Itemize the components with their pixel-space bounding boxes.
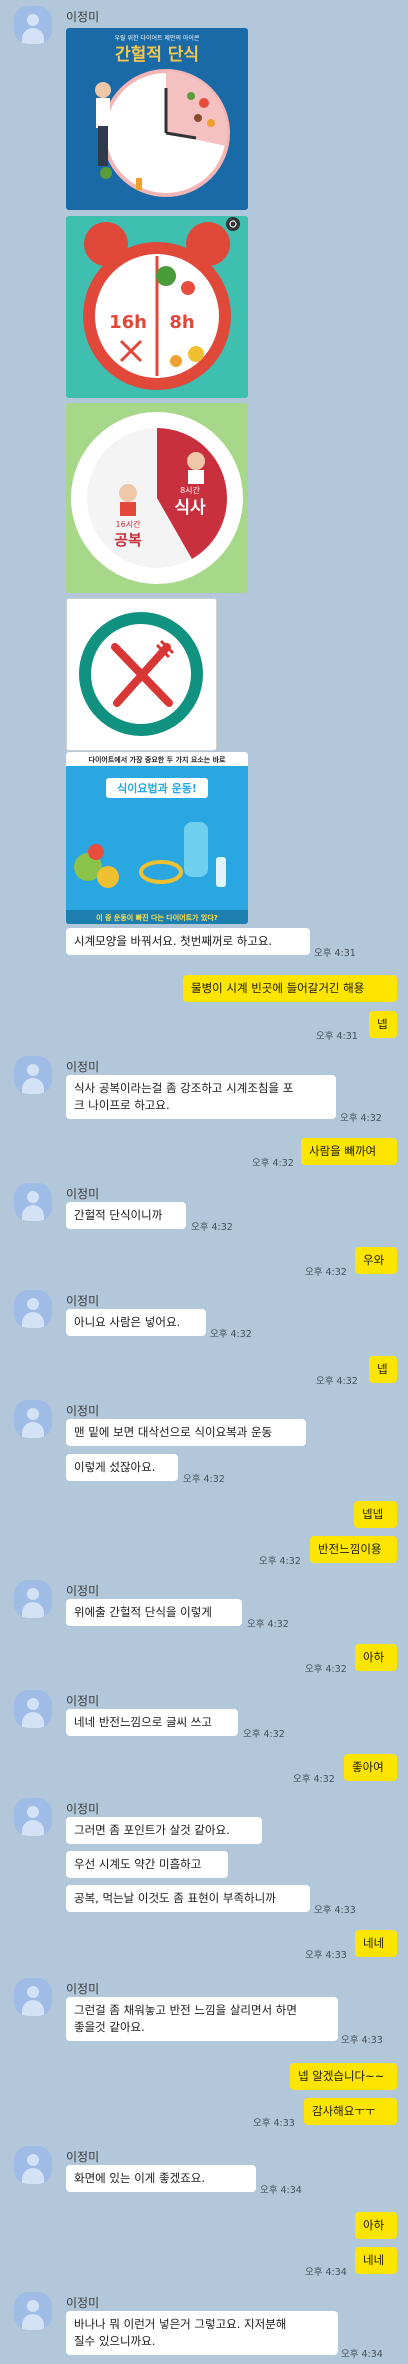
message-bubble-outgoing[interactable]: 네네	[355, 2247, 397, 2274]
image-subtitle: 우릴 위한 다이어트 제안의 아이콘	[115, 34, 200, 42]
message-bubble-outgoing[interactable]: 넵	[369, 1011, 397, 1038]
sender-name: 이정미	[66, 1294, 100, 1308]
timestamp: 오후 4:32	[305, 1664, 347, 1675]
message-bubble-outgoing[interactable]: 물병이 시계 빈곳에 들어갈거긴 해용	[183, 975, 397, 1002]
image-diet-exercise[interactable]: 다이어트에서 가장 중요한 두 가지 요소는 바로 식이요법과 운동! 이 중 …	[66, 752, 248, 924]
avatar[interactable]	[14, 2292, 52, 2330]
timestamp: 오후 4:32	[340, 1113, 382, 1124]
avatar[interactable]	[14, 1690, 52, 1728]
message-bubble-incoming[interactable]: 간헐적 단식이니까	[66, 1202, 186, 1229]
avatar[interactable]	[14, 1183, 52, 1221]
image-bottom-text: 이 중 운동이 빠진 다는 다이어트가 있다?	[96, 913, 218, 922]
avatar[interactable]	[14, 6, 52, 44]
sender-name: 이정미	[66, 2296, 100, 2310]
sender-name: 이정미	[66, 1694, 100, 1708]
avatar[interactable]	[14, 1400, 52, 1438]
sender-name: 이정미	[66, 1404, 100, 1418]
message-bubble-incoming[interactable]: 그러면 좀 포인트가 살것 같아요.	[66, 1817, 262, 1844]
timestamp: 오후 4:32	[183, 1474, 225, 1485]
message-bubble-outgoing[interactable]: 사람을 빼까여	[301, 1138, 397, 1165]
image-fasting-plate[interactable]: 8시간 식사 16시간 공복	[66, 403, 248, 593]
message-bubble-incoming[interactable]: 바나나 뭐 이런거 넣은거 그렇고요. 지저분해 질수 있으니까요.	[66, 2311, 338, 2355]
timestamp: 오후 4:33	[305, 1950, 347, 1961]
message-bubble-outgoing[interactable]: 넵	[369, 1356, 397, 1383]
timestamp: 오후 4:31	[314, 948, 356, 959]
message-bubble-outgoing[interactable]: 우와	[355, 1247, 397, 1274]
avatar[interactable]	[14, 1978, 52, 2016]
avatar[interactable]	[14, 1056, 52, 1094]
sender-name: 이정미	[66, 1982, 100, 1996]
message-bubble-incoming[interactable]: 네네 반전느낌으로 글씨 쓰고	[66, 1709, 238, 1736]
image-label-16h: 16h	[109, 312, 147, 333]
sender-name: 이정미	[66, 1060, 100, 1074]
message-bubble-incoming[interactable]: 맨 밑에 보면 대삭선으로 식이요복과 운동	[66, 1419, 306, 1446]
timestamp: 오후 4:31	[316, 1031, 358, 1042]
timestamp: 오후 4:33	[341, 2035, 383, 2046]
timestamp: 오후 4:33	[253, 2118, 295, 2129]
timestamp: 오후 4:34	[260, 2185, 302, 2196]
message-bubble-incoming[interactable]: 이렇게 섰잖아요.	[66, 1454, 178, 1481]
timestamp: 오후 4:32	[305, 1267, 347, 1278]
message-bubble-outgoing[interactable]: 감사해요ㅜㅜ	[304, 2098, 397, 2125]
avatar[interactable]	[14, 2146, 52, 2184]
image-fasting-clock-blue[interactable]: 우릴 위한 다이어트 제안의 아이콘 간헐적 단식	[66, 28, 248, 210]
message-bubble-outgoing[interactable]: 반전느낌이용	[310, 1536, 397, 1563]
message-bubble-incoming[interactable]: 그런걸 좀 채워놓고 반전 느낌을 살리면서 하면 좋을것 같아요.	[66, 1997, 338, 2041]
message-bubble-incoming[interactable]: 화면에 있는 이게 좋겠죠요.	[66, 2165, 256, 2192]
message-bubble-outgoing[interactable]: 좋아여	[344, 1754, 397, 1781]
message-bubble-outgoing[interactable]: 네네	[355, 1930, 397, 1957]
timestamp: 오후 4:32	[191, 1222, 233, 1233]
image-label-8h: 8h	[169, 312, 194, 333]
timestamp: 오후 4:32	[259, 1556, 301, 1567]
avatar[interactable]	[14, 1290, 52, 1328]
image-top-text: 다이어트에서 가장 중요한 두 가지 요소는 바로	[89, 755, 227, 764]
sender-name: 이정미	[66, 2150, 100, 2164]
sender-name: 이정미	[66, 1802, 100, 1816]
message-bubble-outgoing[interactable]: 아하	[355, 1644, 397, 1671]
timestamp: 오후 4:32	[293, 1774, 335, 1785]
sender-name: 이정미	[66, 1584, 100, 1598]
message-bubble-incoming[interactable]: 시계모양을 바꿔서요. 첫번째꺼로 하고요.	[66, 928, 310, 955]
image-fork-knife-icon[interactable]	[66, 598, 217, 751]
image-label-meal: 식사	[174, 498, 206, 518]
timestamp: 오후 4:34	[341, 2349, 383, 2360]
message-bubble-outgoing[interactable]: 아하	[355, 2212, 397, 2239]
timestamp: 오후 4:32	[210, 1329, 252, 1340]
timestamp: 오후 4:32	[247, 1619, 289, 1630]
image-fasting-alarm-clock[interactable]: 16h 8h	[66, 216, 248, 398]
timestamp: 오후 4:32	[252, 1158, 294, 1169]
message-bubble-incoming[interactable]: 식사 공복이라는걸 좀 강조하고 시계조침을 포 크 나이프로 하고요.	[66, 1075, 336, 1119]
avatar[interactable]	[14, 1798, 52, 1836]
timestamp: 오후 4:34	[305, 2267, 347, 2278]
image-mid-text: 식이요법과 운동!	[117, 781, 197, 795]
image-label-fasting: 공복	[114, 531, 142, 549]
avatar[interactable]	[14, 1580, 52, 1618]
image-label-8h-small: 8시간	[180, 485, 200, 495]
message-bubble-incoming[interactable]: 위에출 간헐적 단식을 이렇게	[66, 1599, 242, 1626]
message-bubble-outgoing[interactable]: 넵 알겠습니다~~	[290, 2063, 397, 2090]
timestamp: 오후 4:33	[314, 1905, 356, 1916]
message-bubble-outgoing[interactable]: 넵넵	[354, 1501, 397, 1528]
timestamp: 오후 4:32	[316, 1376, 358, 1387]
sender-name: 이정미	[66, 1187, 100, 1201]
image-label-16h-small: 16시간	[116, 519, 142, 529]
message-bubble-incoming[interactable]: 아니요 사람은 넣어요.	[66, 1309, 206, 1336]
sender-name: 이정미	[66, 10, 100, 24]
image-title: 간헐적 단식	[115, 44, 199, 65]
timestamp: 오후 4:32	[243, 1729, 285, 1740]
message-bubble-incoming[interactable]: 우선 시계도 약간 미흡하고	[66, 1851, 228, 1878]
message-bubble-incoming[interactable]: 공복, 먹는날 이것도 좀 표현이 부족하니까	[66, 1885, 310, 1912]
